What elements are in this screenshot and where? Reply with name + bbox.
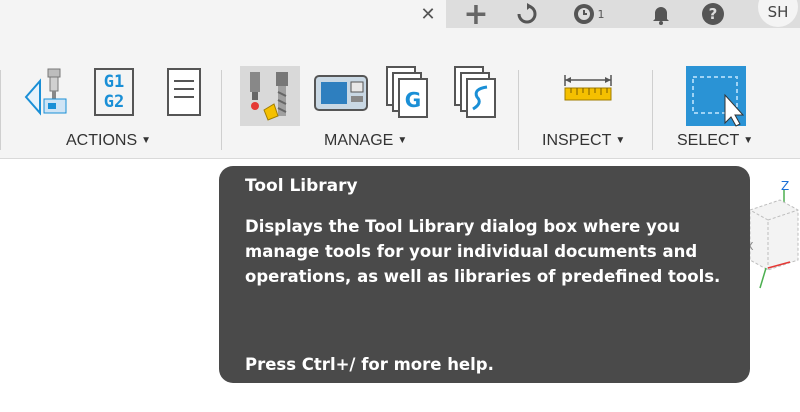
select-label: SELECT — [677, 132, 740, 149]
ribbon-toolbar: G1 G2 ACTIONS ▼ G MANAGE ▼ INSPECT ▼ SEL… — [0, 28, 800, 159]
select-menu[interactable]: SELECT ▼ — [677, 132, 753, 150]
top-bar-tools — [446, 0, 800, 28]
gcode-line-2: G2 — [104, 92, 124, 112]
group-separator — [221, 70, 222, 150]
tooltip-help-hint: Press Ctrl+/ for more help. — [245, 355, 494, 374]
template-library-button[interactable] — [450, 66, 502, 118]
post-letter: G — [405, 88, 421, 112]
job-count-badge: 1 — [597, 7, 605, 21]
post-library-button[interactable]: G — [382, 66, 434, 118]
manage-menu[interactable]: MANAGE ▼ — [324, 132, 407, 150]
gcode-line-1: G1 — [104, 72, 124, 92]
inspect-label: INSPECT — [542, 132, 612, 149]
simulate-button[interactable] — [20, 66, 72, 118]
user-avatar[interactable]: SH — [758, 0, 798, 28]
tooltip-title: Tool Library — [245, 176, 358, 196]
post-process-button[interactable]: G1 G2 — [88, 66, 140, 118]
actions-menu[interactable]: ACTIONS ▼ — [66, 132, 151, 150]
measure-button[interactable] — [560, 66, 616, 118]
svg-text:?: ? — [709, 5, 718, 23]
tool-library-tooltip: Tool Library Displays the Tool Library d… — [219, 166, 750, 383]
job-status-icon[interactable]: 1 — [568, 0, 608, 28]
caret-down-icon: ▼ — [615, 135, 626, 146]
manage-label: MANAGE — [324, 132, 394, 149]
caret-down-icon: ▼ — [743, 135, 754, 146]
inspect-menu[interactable]: INSPECT ▼ — [542, 132, 625, 150]
group-separator — [518, 70, 519, 150]
add-tab-icon[interactable]: + — [461, 0, 491, 32]
caret-down-icon: ▼ — [141, 135, 152, 146]
notification-bell-icon[interactable] — [646, 0, 676, 28]
machine-library-button[interactable] — [312, 66, 370, 118]
help-icon[interactable]: ? — [698, 0, 728, 28]
actions-label: ACTIONS — [66, 132, 138, 149]
sync-icon[interactable] — [512, 0, 542, 28]
group-separator — [0, 70, 1, 150]
caret-down-icon: ▼ — [397, 135, 408, 146]
setup-sheet-button[interactable] — [158, 66, 210, 118]
tooltip-description: Displays the Tool Library dialog box whe… — [245, 217, 721, 286]
select-button[interactable] — [684, 64, 748, 128]
tool-library-button[interactable] — [240, 66, 300, 126]
group-separator — [652, 70, 653, 150]
top-bar: ✕ + 1 ? SH — [0, 0, 800, 32]
axis-z-label: Z — [781, 179, 789, 193]
close-tab-icon[interactable]: ✕ — [416, 0, 440, 28]
user-initials: SH — [767, 3, 789, 21]
